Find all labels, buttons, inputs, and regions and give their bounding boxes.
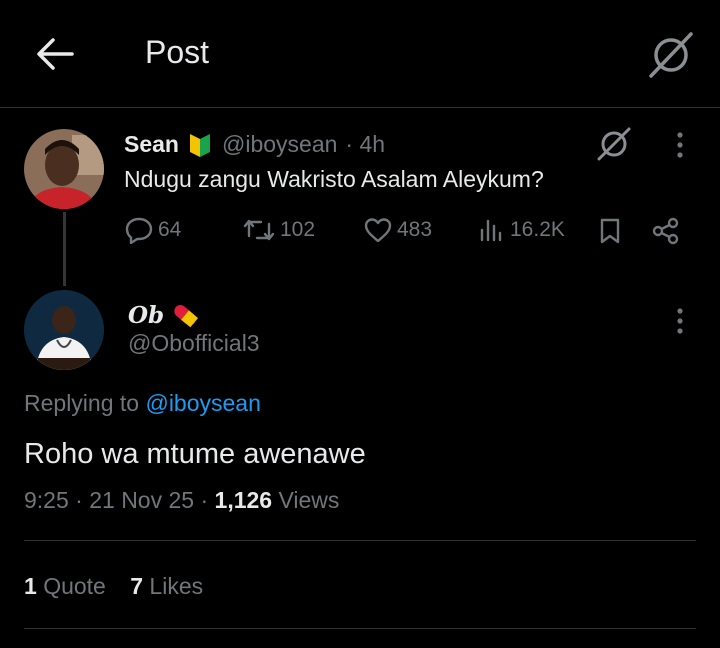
more-vertical-icon xyxy=(677,308,683,334)
reply-button[interactable]: 64 xyxy=(124,216,181,244)
arrow-left-icon xyxy=(37,38,74,70)
post-author-row: Sean @iboysean · 4h xyxy=(124,131,385,158)
like-button[interactable]: 483 xyxy=(363,216,432,244)
divider xyxy=(24,628,696,629)
reply-icon xyxy=(125,217,153,244)
bookmark-icon xyxy=(600,218,620,244)
avatar[interactable] xyxy=(24,290,104,370)
analytics-icon xyxy=(480,219,502,242)
reply-count: 64 xyxy=(158,218,182,241)
page-title: Post xyxy=(145,34,210,70)
post-date: 21 Nov 25 xyxy=(89,487,195,513)
shoshinsha-mark-icon xyxy=(189,133,210,157)
engagement-stats: 1 Quote 7 Likes xyxy=(24,573,221,600)
author-name[interactable]: Sean xyxy=(124,131,179,158)
reply-handle-row: @Obofficial3 xyxy=(128,330,260,357)
reply-text: Roho wa mtume awenawe xyxy=(24,438,366,470)
more-options-button[interactable] xyxy=(668,130,692,165)
top-bar: Post xyxy=(0,0,720,108)
share-icon xyxy=(652,217,679,245)
thread-connector xyxy=(63,212,66,286)
grok-icon xyxy=(649,32,693,78)
share-button[interactable] xyxy=(651,217,681,250)
profile-photo xyxy=(24,129,104,209)
views-button[interactable]: 16.2K xyxy=(478,216,565,244)
views-count: 16.2K xyxy=(510,218,565,241)
repost-button[interactable]: 102 xyxy=(242,216,315,244)
likes-link[interactable]: 7 Likes xyxy=(130,573,203,599)
repost-count: 102 xyxy=(280,218,316,241)
author-handle[interactable]: @Obofficial3 xyxy=(128,330,260,357)
post-time: 9:25 xyxy=(24,487,69,513)
profile-photo xyxy=(24,290,104,370)
bookmark-button[interactable] xyxy=(597,217,623,250)
views-count: 1,126 xyxy=(214,487,273,513)
quotes-link[interactable]: 1 Quote xyxy=(24,573,106,599)
author-name[interactable]: Ob xyxy=(128,302,164,329)
repost-icon xyxy=(243,219,275,241)
like-count: 483 xyxy=(397,218,433,241)
replying-to-link[interactable]: @iboysean xyxy=(145,390,260,416)
grok-post-button[interactable] xyxy=(596,126,632,167)
replying-to-label: Replying to xyxy=(24,390,140,416)
back-button[interactable] xyxy=(34,36,74,72)
views-label: Views xyxy=(278,487,340,513)
more-vertical-icon xyxy=(677,132,683,158)
heart-icon xyxy=(364,218,392,243)
more-options-button[interactable] xyxy=(668,306,692,341)
avatar[interactable] xyxy=(24,129,104,209)
grok-icon xyxy=(597,127,631,161)
post-time: · 4h xyxy=(345,131,386,157)
replying-to: Replying to @iboysean xyxy=(24,390,261,417)
post-text: Ndugu zangu Wakristo Asalam Aleykum? xyxy=(124,166,544,192)
pill-icon xyxy=(174,305,199,328)
reply-author-row: Ob xyxy=(128,300,200,330)
post-metadata: 9:25 · 21 Nov 25 · 1,126 Views xyxy=(24,487,340,513)
grok-button[interactable] xyxy=(646,30,696,80)
divider xyxy=(24,540,696,541)
author-handle[interactable]: @iboysean xyxy=(222,131,337,158)
